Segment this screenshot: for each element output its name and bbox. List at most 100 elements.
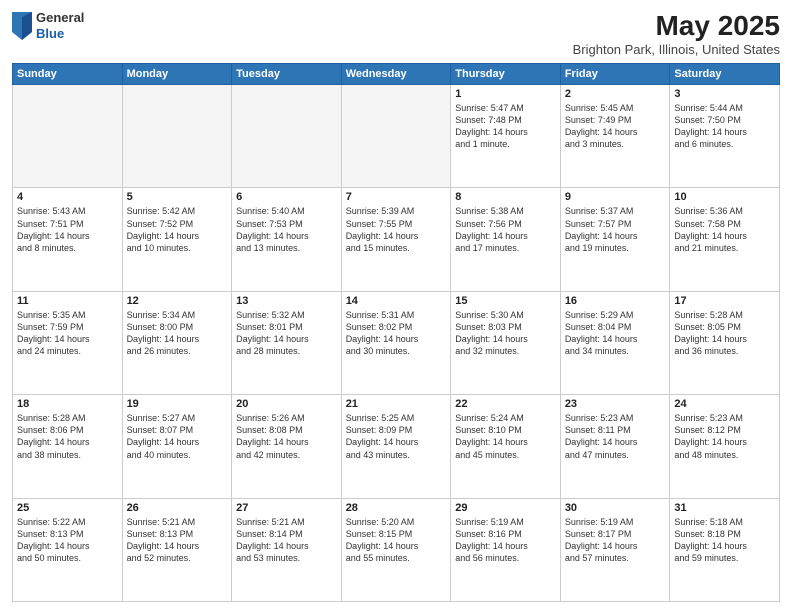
calendar-cell: 24 Sunrise: 5:23 AM Sunset: 8:12 PM Dayli… (670, 395, 780, 498)
day-info: Sunrise: 5:28 AM Sunset: 8:06 PM Dayligh… (17, 412, 118, 461)
day-number: 18 (17, 398, 118, 410)
day-number: 2 (565, 88, 666, 100)
day-of-week-header: Monday (122, 64, 232, 85)
day-info: Sunrise: 5:21 AM Sunset: 8:13 PM Dayligh… (127, 516, 228, 565)
calendar-cell: 31 Sunrise: 5:18 AM Sunset: 8:18 PM Dayli… (670, 498, 780, 601)
calendar-table: SundayMondayTuesdayWednesdayThursdayFrid… (12, 63, 780, 602)
calendar-cell: 21 Sunrise: 5:25 AM Sunset: 8:09 PM Dayli… (341, 395, 451, 498)
day-info: Sunrise: 5:44 AM Sunset: 7:50 PM Dayligh… (674, 102, 775, 151)
calendar-cell: 14 Sunrise: 5:31 AM Sunset: 8:02 PM Dayli… (341, 291, 451, 394)
day-of-week-header: Friday (560, 64, 670, 85)
calendar-cell: 23 Sunrise: 5:23 AM Sunset: 8:11 PM Dayli… (560, 395, 670, 498)
day-info: Sunrise: 5:29 AM Sunset: 8:04 PM Dayligh… (565, 309, 666, 358)
day-info: Sunrise: 5:22 AM Sunset: 8:13 PM Dayligh… (17, 516, 118, 565)
logo-blue-text: Blue (36, 26, 84, 42)
page: General Blue May 2025 Brighton Park, Ill… (0, 0, 792, 612)
day-info: Sunrise: 5:43 AM Sunset: 7:51 PM Dayligh… (17, 205, 118, 254)
day-number: 29 (455, 502, 556, 514)
calendar-cell: 28 Sunrise: 5:20 AM Sunset: 8:15 PM Dayli… (341, 498, 451, 601)
day-number: 17 (674, 295, 775, 307)
calendar-cell: 20Sunrise: 5:26 AM Sunset: 8:08 PM Dayli… (232, 395, 342, 498)
calendar-week-row: 25 Sunrise: 5:22 AM Sunset: 8:13 PM Dayli… (13, 498, 780, 601)
day-info: Sunrise: 5:42 AM Sunset: 7:52 PM Dayligh… (127, 205, 228, 254)
header: General Blue May 2025 Brighton Park, Ill… (12, 10, 780, 57)
calendar-cell: 13Sunrise: 5:32 AM Sunset: 8:01 PM Dayli… (232, 291, 342, 394)
main-title: May 2025 (573, 10, 780, 42)
day-number: 9 (565, 191, 666, 203)
day-number: 25 (17, 502, 118, 514)
calendar-cell: 22Sunrise: 5:24 AM Sunset: 8:10 PM Dayli… (451, 395, 561, 498)
day-info: Sunrise: 5:37 AM Sunset: 7:57 PM Dayligh… (565, 205, 666, 254)
calendar-cell: 4 Sunrise: 5:43 AM Sunset: 7:51 PM Daylig… (13, 188, 123, 291)
day-of-week-header: Sunday (13, 64, 123, 85)
day-info: Sunrise: 5:35 AM Sunset: 7:59 PM Dayligh… (17, 309, 118, 358)
calendar-week-row: 1Sunrise: 5:47 AM Sunset: 7:48 PM Daylig… (13, 85, 780, 188)
calendar-cell: 7Sunrise: 5:39 AM Sunset: 7:55 PM Daylig… (341, 188, 451, 291)
calendar-cell: 26Sunrise: 5:21 AM Sunset: 8:13 PM Dayli… (122, 498, 232, 601)
day-info: Sunrise: 5:24 AM Sunset: 8:10 PM Dayligh… (455, 412, 556, 461)
calendar-cell (13, 85, 123, 188)
day-number: 11 (17, 295, 118, 307)
calendar-week-row: 11 Sunrise: 5:35 AM Sunset: 7:59 PM Dayli… (13, 291, 780, 394)
day-info: Sunrise: 5:45 AM Sunset: 7:49 PM Dayligh… (565, 102, 666, 151)
subtitle: Brighton Park, Illinois, United States (573, 42, 780, 57)
calendar-cell: 25 Sunrise: 5:22 AM Sunset: 8:13 PM Dayli… (13, 498, 123, 601)
calendar-cell: 9 Sunrise: 5:37 AM Sunset: 7:57 PM Daylig… (560, 188, 670, 291)
day-info: Sunrise: 5:28 AM Sunset: 8:05 PM Dayligh… (674, 309, 775, 358)
calendar-cell: 2 Sunrise: 5:45 AM Sunset: 7:49 PM Daylig… (560, 85, 670, 188)
day-number: 21 (346, 398, 447, 410)
day-number: 13 (236, 295, 337, 307)
day-info: Sunrise: 5:23 AM Sunset: 8:12 PM Dayligh… (674, 412, 775, 461)
day-info: Sunrise: 5:31 AM Sunset: 8:02 PM Dayligh… (346, 309, 447, 358)
calendar-cell: 29Sunrise: 5:19 AM Sunset: 8:16 PM Dayli… (451, 498, 561, 601)
day-info: Sunrise: 5:27 AM Sunset: 8:07 PM Dayligh… (127, 412, 228, 461)
day-number: 4 (17, 191, 118, 203)
day-info: Sunrise: 5:18 AM Sunset: 8:18 PM Dayligh… (674, 516, 775, 565)
calendar-cell: 3 Sunrise: 5:44 AM Sunset: 7:50 PM Daylig… (670, 85, 780, 188)
day-number: 27 (236, 502, 337, 514)
day-info: Sunrise: 5:34 AM Sunset: 8:00 PM Dayligh… (127, 309, 228, 358)
day-number: 15 (455, 295, 556, 307)
day-number: 24 (674, 398, 775, 410)
logo-text: General Blue (36, 10, 84, 41)
day-number: 10 (674, 191, 775, 203)
day-number: 1 (455, 88, 556, 100)
title-section: May 2025 Brighton Park, Illinois, United… (573, 10, 780, 57)
day-number: 6 (236, 191, 337, 203)
day-number: 8 (455, 191, 556, 203)
day-info: Sunrise: 5:23 AM Sunset: 8:11 PM Dayligh… (565, 412, 666, 461)
calendar-cell: 11 Sunrise: 5:35 AM Sunset: 7:59 PM Dayli… (13, 291, 123, 394)
logo: General Blue (12, 10, 84, 41)
calendar-cell: 15 Sunrise: 5:30 AM Sunset: 8:03 PM Dayli… (451, 291, 561, 394)
day-of-week-header: Saturday (670, 64, 780, 85)
calendar-cell: 19 Sunrise: 5:27 AM Sunset: 8:07 PM Dayli… (122, 395, 232, 498)
day-number: 30 (565, 502, 666, 514)
day-of-week-header: Tuesday (232, 64, 342, 85)
day-number: 3 (674, 88, 775, 100)
calendar-cell: 8 Sunrise: 5:38 AM Sunset: 7:56 PM Daylig… (451, 188, 561, 291)
day-info: Sunrise: 5:21 AM Sunset: 8:14 PM Dayligh… (236, 516, 337, 565)
day-number: 5 (127, 191, 228, 203)
calendar-cell: 30 Sunrise: 5:19 AM Sunset: 8:17 PM Dayli… (560, 498, 670, 601)
day-number: 31 (674, 502, 775, 514)
day-number: 28 (346, 502, 447, 514)
day-number: 19 (127, 398, 228, 410)
calendar-cell (122, 85, 232, 188)
day-info: Sunrise: 5:19 AM Sunset: 8:17 PM Dayligh… (565, 516, 666, 565)
calendar-cell: 1Sunrise: 5:47 AM Sunset: 7:48 PM Daylig… (451, 85, 561, 188)
day-info: Sunrise: 5:38 AM Sunset: 7:56 PM Dayligh… (455, 205, 556, 254)
calendar-week-row: 18 Sunrise: 5:28 AM Sunset: 8:06 PM Dayli… (13, 395, 780, 498)
day-number: 12 (127, 295, 228, 307)
calendar-cell (341, 85, 451, 188)
day-number: 23 (565, 398, 666, 410)
logo-icon (12, 12, 32, 40)
day-info: Sunrise: 5:25 AM Sunset: 8:09 PM Dayligh… (346, 412, 447, 461)
calendar-cell: 6Sunrise: 5:40 AM Sunset: 7:53 PM Daylig… (232, 188, 342, 291)
calendar-cell: 16Sunrise: 5:29 AM Sunset: 8:04 PM Dayli… (560, 291, 670, 394)
day-of-week-header: Wednesday (341, 64, 451, 85)
day-info: Sunrise: 5:20 AM Sunset: 8:15 PM Dayligh… (346, 516, 447, 565)
calendar-cell: 27 Sunrise: 5:21 AM Sunset: 8:14 PM Dayli… (232, 498, 342, 601)
day-number: 14 (346, 295, 447, 307)
day-info: Sunrise: 5:30 AM Sunset: 8:03 PM Dayligh… (455, 309, 556, 358)
calendar-header-row: SundayMondayTuesdayWednesdayThursdayFrid… (13, 64, 780, 85)
